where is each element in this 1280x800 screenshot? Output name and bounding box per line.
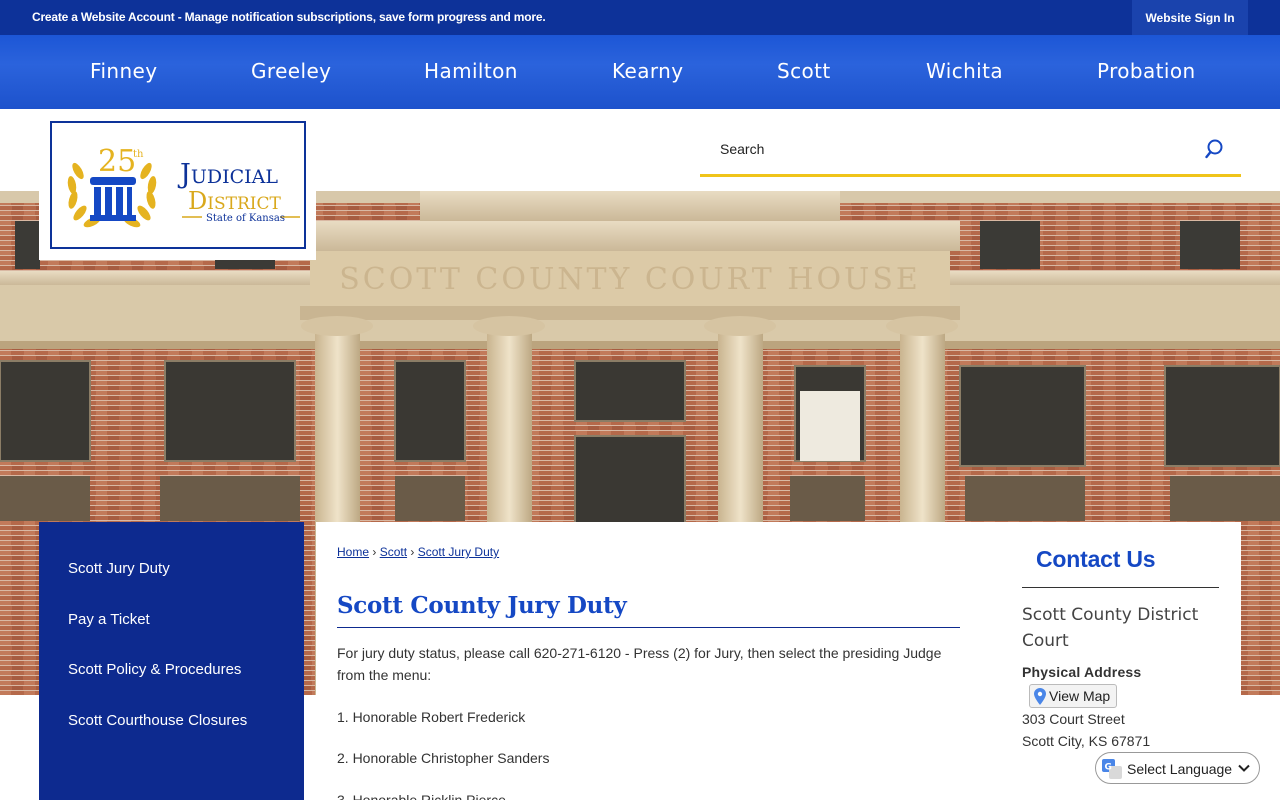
nav-item-kearny[interactable]: Kearny (612, 35, 683, 109)
logo-frame: 25 th Judicial District State of Kansas (50, 121, 306, 249)
judge-item: 2. Honorable Christopher Sanders (337, 750, 550, 766)
logo-line3: State of Kansas (206, 213, 285, 224)
sidebar-item-scott-closures[interactable]: Scott Courthouse Closures (68, 712, 247, 729)
breadcrumb-separator: › (372, 545, 377, 559)
breadcrumb: Home › Scott › Scott Jury Duty (337, 545, 499, 559)
nav-item-finney[interactable]: Finney (90, 35, 158, 109)
main-nav: Finney Greeley Hamilton Kearny Scott Wic… (0, 35, 1280, 109)
sidebar-item-scott-policy[interactable]: Scott Policy & Procedures (68, 661, 241, 678)
breadcrumb-home[interactable]: Home (337, 545, 369, 559)
nav-item-wichita[interactable]: Wichita (926, 35, 1003, 109)
breadcrumb-separator: › (410, 545, 415, 559)
contact-name: Scott County District Court (1022, 605, 1199, 651)
logo-line2: District (188, 187, 281, 215)
nav-item-greeley[interactable]: Greeley (251, 35, 331, 109)
search-icon[interactable] (1205, 138, 1231, 164)
page-title: Scott County Jury Duty (337, 592, 960, 628)
physical-address-label: Physical Address (1022, 664, 1142, 680)
language-selector-label: Select Language (1127, 761, 1233, 777)
chevron-down-icon (1238, 764, 1250, 772)
create-account-link[interactable]: Create a Website Account - Manage notifi… (32, 10, 546, 24)
site-logo[interactable]: 25 th Judicial District State of Kansas (39, 109, 316, 260)
breadcrumb-scott-jury-duty[interactable]: Scott Jury Duty (418, 545, 499, 559)
logo-line1: Judicial (177, 159, 278, 190)
nav-item-probation[interactable]: Probation (1097, 35, 1196, 109)
logo-number: 25 (98, 144, 136, 179)
contact-city: Scott City, KS 67871 (1022, 733, 1151, 749)
google-translate-icon: G (1102, 759, 1122, 779)
view-map-button[interactable]: View Map (1029, 684, 1117, 708)
breadcrumb-scott[interactable]: Scott (380, 545, 407, 559)
contact-street: 303 Court Street (1022, 711, 1125, 727)
jury-intro-text: For jury duty status, please call 620-27… (337, 645, 942, 683)
inscription-text: SCOTT COUNTY COURT HOUSE (339, 262, 921, 297)
judge-item: 1. Honorable Robert Frederick (337, 709, 526, 725)
sidebar-nav: Scott Jury Duty Pay a Ticket Scott Polic… (39, 522, 304, 800)
contact-title: Contact Us (1036, 546, 1156, 572)
nav-item-hamilton[interactable]: Hamilton (424, 35, 518, 109)
sign-in-button[interactable]: Website Sign In (1132, 0, 1248, 35)
svg-text:G: G (1105, 763, 1112, 773)
sidebar-item-pay-a-ticket[interactable]: Pay a Ticket (68, 611, 150, 628)
view-map-label: View Map (1049, 688, 1111, 704)
logo-suffix: th (133, 149, 144, 160)
search-input[interactable] (700, 124, 1200, 174)
sidebar-item-scott-jury-duty[interactable]: Scott Jury Duty (68, 560, 170, 577)
map-pin-icon (1034, 688, 1046, 705)
judicial-district-logo: 25 th Judicial District State of Kansas (67, 144, 300, 228)
site-search (700, 124, 1241, 177)
language-selector[interactable]: G Select Language (1095, 752, 1260, 784)
contact-divider (1022, 587, 1219, 588)
judge-item: 3. Honorable Ricklin Pierce (337, 792, 506, 800)
account-bar: Create a Website Account - Manage notifi… (0, 0, 1280, 35)
nav-item-scott[interactable]: Scott (777, 35, 831, 109)
